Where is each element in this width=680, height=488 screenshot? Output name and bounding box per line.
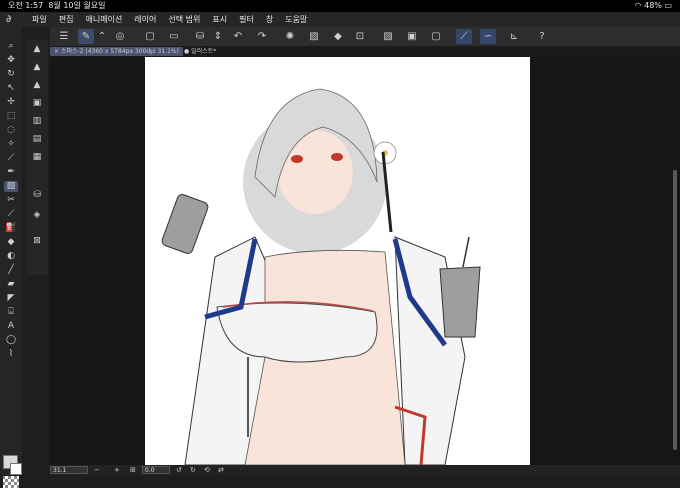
help-icon[interactable]: ?: [534, 29, 550, 44]
selection-tool-icon[interactable]: ⬚: [4, 111, 18, 122]
stroke-stabilize-icon[interactable]: ⟋: [456, 29, 472, 44]
sub-tool-2-icon[interactable]: ▲: [30, 62, 44, 73]
menu-edit[interactable]: 편집: [59, 12, 74, 27]
edit-mode-icon[interactable]: ✎: [78, 29, 94, 44]
sub-tool-4-icon[interactable]: ▣: [30, 98, 44, 109]
gradient-tool-icon[interactable]: ▰: [4, 279, 18, 290]
transparent-color-swatch[interactable]: [3, 476, 19, 488]
correct-line-tool-icon[interactable]: ⌇: [4, 349, 18, 360]
brush-tool-icon[interactable]: ⟋: [4, 209, 18, 220]
sub-color-swatch[interactable]: [10, 463, 22, 475]
zoom-level-field[interactable]: 31.1: [50, 466, 88, 474]
navigation-bar: 31.1 − + ⊞ 0.0 ↺ ↻ ⟲ ⇄: [50, 465, 680, 475]
menu-help[interactable]: 도움말: [285, 12, 307, 27]
zoom-in-icon[interactable]: +: [114, 465, 120, 475]
sub-tool-5-icon[interactable]: ▥: [30, 116, 44, 127]
loading-icon[interactable]: ✺: [282, 29, 298, 44]
menu-selection[interactable]: 선택 범위: [168, 12, 200, 27]
operation-tool-icon[interactable]: ↖: [4, 83, 18, 94]
selection-border-icon[interactable]: ▢: [428, 29, 444, 44]
move-layer-tool-icon[interactable]: ✢: [4, 97, 18, 108]
tab-illustration[interactable]: ● 일러스트*: [180, 47, 220, 56]
hamburger-menu-icon[interactable]: ☰: [56, 29, 72, 44]
menu-bar: ∂ 파일 편집 애니메이션 레이어 선택 범위 표시 필터 창 도움말: [0, 12, 680, 27]
cursor-icon[interactable]: ⌃: [94, 29, 110, 44]
tab-sparse-2[interactable]: × 스퍼스-2 (4360 x 5784px 300dpi 31.1%): [50, 47, 183, 56]
redo-icon[interactable]: ↷: [254, 29, 270, 44]
view-icon[interactable]: ◎: [112, 29, 128, 44]
fit-icon[interactable]: ⊞: [130, 465, 136, 475]
transform-icon[interactable]: ⊡: [352, 29, 368, 44]
save-icon[interactable]: ⛁: [192, 29, 208, 44]
rotate-tool-icon[interactable]: ↻: [4, 69, 18, 80]
menu-filter[interactable]: 필터: [239, 12, 254, 27]
line-smooth-icon[interactable]: ∽: [480, 29, 496, 44]
vertical-scrollbar[interactable]: [673, 60, 677, 460]
fill-icon[interactable]: ◆: [330, 29, 346, 44]
menu-view[interactable]: 표시: [212, 12, 227, 27]
sub-tool-9-icon[interactable]: ◈: [30, 210, 44, 221]
menu-animation[interactable]: 애니메이션: [85, 12, 122, 27]
move-tool-icon[interactable]: ✥: [4, 55, 18, 66]
wifi-icon: ◠: [634, 1, 642, 10]
status-time-date: 오전 1:57 8월 10일 월요일: [8, 1, 106, 10]
system-status-bar: 오전 1:57 8월 10일 월요일 ◠ 48% ▭: [0, 0, 680, 12]
sub-tool-8-icon[interactable]: ⛁: [30, 190, 44, 201]
menu-file[interactable]: 파일: [32, 12, 47, 27]
command-bar: ☰ ✎ ⌃ ◎ ▢ ▭ ⛁ ⇕ ↶ ↷ ✺ ▨ ◆ ⊡ ▧ ▣ ▢ ⟋ ∽ ⊾ …: [50, 27, 680, 46]
deselect-icon[interactable]: ▧: [380, 29, 396, 44]
sub-tool-6-icon[interactable]: ▤: [30, 134, 44, 145]
illustration-artwork: [161, 88, 481, 465]
save-options-icon[interactable]: ⇕: [210, 29, 226, 44]
flip-icon[interactable]: ⇄: [218, 465, 224, 475]
document-tab-bar: × 스퍼스-2 (4360 x 5784px 300dpi 31.1%) ● 일…: [50, 46, 680, 57]
new-file-icon[interactable]: ▢: [142, 29, 158, 44]
sub-tool-3-icon[interactable]: ▲: [30, 80, 44, 91]
rotation-angle-field[interactable]: 0.0: [142, 466, 170, 474]
text-tool-icon[interactable]: A: [4, 321, 18, 332]
drawing-canvas[interactable]: [145, 57, 530, 465]
pen-tool-icon[interactable]: ✒: [4, 167, 18, 178]
decoration-tool-icon[interactable]: ✂: [4, 195, 18, 206]
fill-tool-icon[interactable]: ◆: [4, 237, 18, 248]
sub-tool-palette: ▲ ▲ ▲ ▣ ▥ ▤ ▦ ⛁ ◈ ⊠: [26, 40, 48, 275]
battery-icon: ▭: [664, 1, 672, 10]
battery-status: ◠ 48% ▭: [634, 1, 672, 10]
menu-window[interactable]: 창: [266, 12, 273, 27]
balloon-tool-icon[interactable]: ◯: [4, 335, 18, 346]
ruler-icon[interactable]: ⊾: [506, 29, 522, 44]
blend-tool-icon[interactable]: ◐: [4, 251, 18, 262]
lasso-tool-icon[interactable]: ◌: [4, 125, 18, 136]
frame-tool-icon[interactable]: ◤: [4, 293, 18, 304]
rotate-right-icon[interactable]: ↻: [190, 465, 196, 475]
eraser-tool-icon[interactable]: ▨: [4, 181, 18, 192]
copy-layer-icon[interactable]: ▨: [306, 29, 322, 44]
menu-layer[interactable]: 레이어: [134, 12, 156, 27]
scrollbar-thumb[interactable]: [673, 170, 677, 450]
rotate-left-icon[interactable]: ↺: [176, 465, 182, 475]
zoom-tool-icon[interactable]: ⌕: [4, 41, 18, 52]
airbrush-tool-icon[interactable]: ⛽: [4, 223, 18, 234]
undo-icon[interactable]: ↶: [230, 29, 246, 44]
eyedropper-tool-icon[interactable]: ⟋: [4, 153, 18, 164]
open-folder-icon[interactable]: ▭: [166, 29, 182, 44]
tool-palette: ⌕ ✥ ↻ ↖ ✢ ⬚ ◌ ✧ ⟋ ✒ ▨ ✂ ⟋ ⛽ ◆ ◐ ╱ ▰ ◤ ⌸ …: [0, 27, 22, 488]
invert-selection-icon[interactable]: ▣: [404, 29, 420, 44]
sub-tool-1-icon[interactable]: ▲: [30, 44, 44, 55]
app-logo-icon[interactable]: ∂: [6, 14, 20, 25]
zoom-out-icon[interactable]: −: [94, 465, 100, 475]
sub-tool-7-icon[interactable]: ▦: [30, 152, 44, 163]
magic-wand-tool-icon[interactable]: ✧: [4, 139, 18, 150]
sub-tool-10-icon[interactable]: ⊠: [30, 236, 44, 247]
figure-tool-icon[interactable]: ╱: [4, 265, 18, 276]
reset-rotation-icon[interactable]: ⟲: [204, 465, 210, 475]
ruler-tool-icon[interactable]: ⌸: [4, 307, 18, 318]
